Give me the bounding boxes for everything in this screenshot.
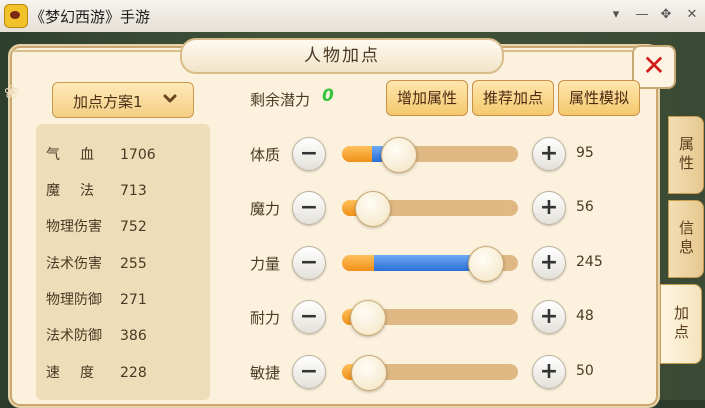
plan-select[interactable]: 加点方案1 (52, 82, 194, 118)
app-logo-icon (4, 4, 28, 28)
stat-row-speed: 速度 228 (46, 362, 147, 384)
increase-button[interactable]: + (532, 300, 566, 334)
stat-value: 255 (120, 256, 147, 272)
stat-name: 法术防御 (46, 328, 102, 344)
slider-handle[interactable] (351, 355, 387, 391)
panel-title: 人物加点 (304, 46, 380, 66)
attribute-label: 力量 (250, 255, 281, 273)
increase-button[interactable]: + (532, 191, 566, 225)
stat-name: 物理伤害 (46, 219, 102, 235)
decrease-button[interactable]: − (292, 191, 326, 225)
decrease-button[interactable]: − (292, 246, 326, 280)
attribute-slider-track[interactable] (342, 137, 518, 173)
stat-value: 713 (120, 183, 147, 199)
decrease-button[interactable]: − (292, 300, 326, 334)
stat-value: 271 (120, 292, 147, 308)
stat-name: 魔法 (46, 183, 114, 199)
attribute-label: 敏捷 (250, 364, 281, 382)
stat-row-phys-def: 物理防御 271 (46, 289, 147, 311)
stat-row-mp: 魔法 713 (46, 180, 147, 202)
chevron-down-icon (163, 89, 177, 113)
tab-add-points[interactable]: 加点 (660, 284, 702, 364)
tab-attributes[interactable]: 属性 (668, 116, 704, 194)
attribute-slider-track[interactable] (342, 191, 518, 227)
increase-button[interactable]: + (532, 355, 566, 389)
stat-value: 752 (120, 219, 147, 235)
close-window-button[interactable]: ✕ (682, 5, 702, 25)
decrease-button[interactable]: − (292, 355, 326, 389)
increase-button[interactable]: + (532, 137, 566, 171)
attribute-label: 体质 (250, 146, 281, 164)
window-titlebar: 《梦幻西游》手游 ▾ — ✥ ✕ (0, 0, 705, 33)
attribute-value: 95 (576, 145, 594, 161)
attribute-value: 48 (576, 308, 594, 324)
add-attribute-button[interactable]: 增加属性 (386, 80, 468, 116)
base-points-fill (342, 146, 372, 162)
potential-label: 剩余潜力 (250, 91, 311, 109)
minimize-button[interactable]: — (632, 5, 652, 25)
stat-name: 物理防御 (46, 292, 102, 308)
panel-ornament-left (12, 50, 182, 60)
recommend-points-button[interactable]: 推荐加点 (472, 80, 554, 116)
window-title: 《梦幻西游》手游 (30, 8, 151, 26)
stat-value: 386 (120, 328, 147, 344)
stat-name: 气血 (46, 147, 114, 163)
stat-name: 法术伤害 (46, 256, 102, 272)
settings-icon[interactable]: ✥ (656, 5, 676, 25)
slider-handle[interactable] (350, 300, 386, 336)
base-points-fill (342, 255, 374, 271)
cloud-ornament-icon: ❀ (4, 82, 20, 103)
slider-handle[interactable] (355, 191, 391, 227)
attribute-value: 56 (576, 199, 594, 215)
plan-select-label: 加点方案1 (73, 93, 143, 111)
potential-value: 0 (322, 86, 334, 106)
attribute-value: 50 (576, 363, 594, 379)
dropdown-menu-icon[interactable]: ▾ (606, 5, 626, 25)
panel-ornament-right (502, 50, 632, 60)
slider-handle[interactable] (468, 246, 504, 282)
increase-button[interactable]: + (532, 246, 566, 280)
attribute-slider-track[interactable] (342, 300, 518, 336)
panel-header: 人物加点 (180, 38, 504, 74)
slider-handle[interactable] (381, 137, 417, 173)
stat-value: 1706 (120, 147, 156, 163)
tab-info[interactable]: 信息 (668, 200, 704, 278)
attribute-value: 245 (576, 254, 603, 270)
stat-row-magic-dmg: 法术伤害 255 (46, 253, 147, 275)
stat-row-magic-def: 法术防御 386 (46, 325, 147, 347)
attribute-label: 耐力 (250, 309, 281, 327)
stat-row-hp: 气血 1706 (46, 144, 156, 166)
simulate-attribute-button[interactable]: 属性模拟 (558, 80, 640, 116)
stat-name: 速度 (46, 365, 114, 381)
stat-row-phys-dmg: 物理伤害 752 (46, 216, 147, 238)
attribute-slider-track[interactable] (342, 246, 518, 282)
attribute-label: 魔力 (250, 200, 281, 218)
decrease-button[interactable]: − (292, 137, 326, 171)
stat-value: 228 (120, 365, 147, 381)
attribute-slider-track[interactable] (342, 355, 518, 391)
